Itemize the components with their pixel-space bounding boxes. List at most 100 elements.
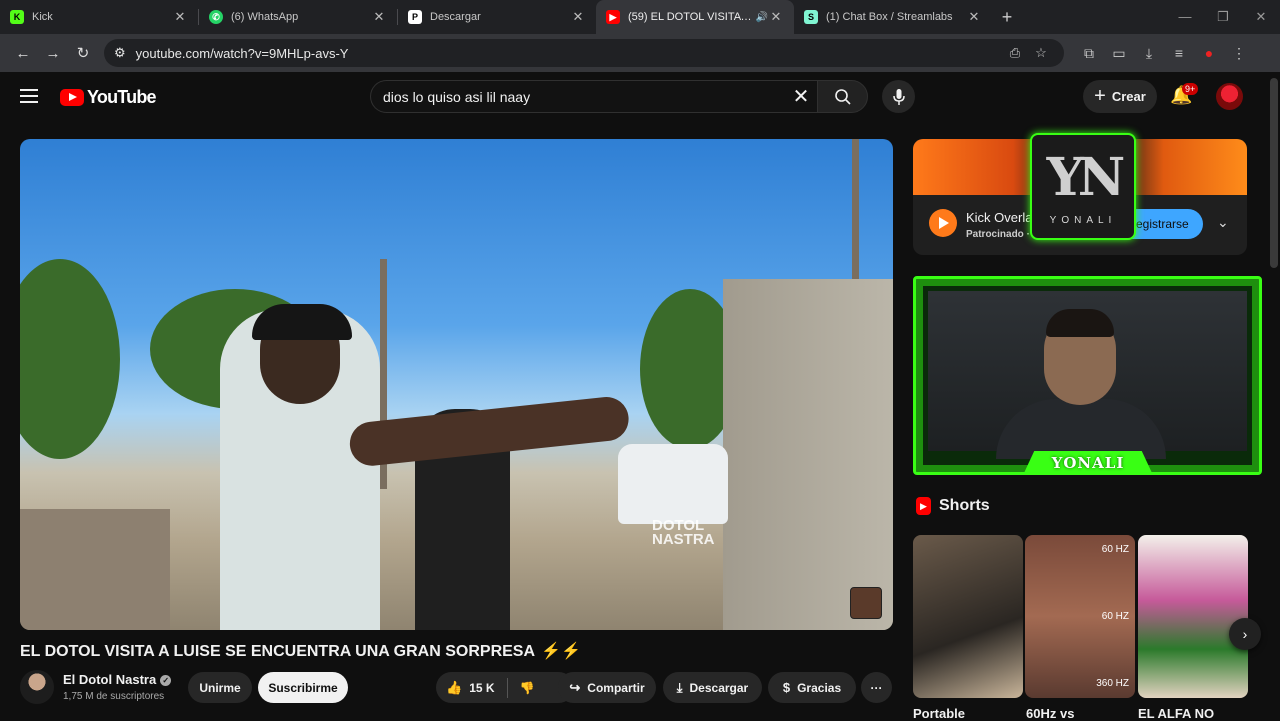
youtube-logo-text: YouTube [87, 87, 157, 107]
search-query-text[interactable]: dios lo quiso asi lil naay [383, 89, 785, 105]
page-scrollbar[interactable] [1270, 78, 1278, 268]
extension-toolbar: ⧉ ▭ ⤓ ≡ ● ⋮ [1074, 45, 1254, 62]
stream-overlay-logo: YN YONALI [1030, 133, 1136, 240]
url-text[interactable]: youtube.com/watch?v=9MHLp-avs-Y [136, 46, 1002, 61]
close-icon[interactable]: ✕ [768, 9, 784, 25]
minimize-icon[interactable]: — [1166, 0, 1204, 34]
microphone-icon [892, 88, 905, 105]
close-icon[interactable]: ✕ [570, 9, 586, 25]
tab-label: (59) EL DOTOL VISITA A LUIS [628, 11, 752, 23]
super-thanks-icon: $ [782, 680, 791, 695]
share-button[interactable]: ↪ Compartir [558, 672, 656, 703]
hamburger-menu-icon[interactable] [20, 89, 38, 103]
search-button[interactable] [817, 80, 868, 113]
kick-icon: K [10, 10, 24, 24]
speaker-icon[interactable]: 🔊 [756, 12, 768, 23]
close-icon[interactable]: ✕ [371, 9, 387, 25]
address-bar[interactable]: ⚙ youtube.com/watch?v=9MHLp-avs-Y ⎙ ☆ [104, 39, 1064, 67]
short-hz-label: 60 HZ [1101, 611, 1129, 622]
tab-kick[interactable]: K Kick ✕ [0, 0, 198, 34]
lightning-emoji-icon: ⚡⚡ [541, 643, 581, 660]
video-player[interactable]: DOTOL NASTRA [20, 139, 893, 630]
notifications-button[interactable]: 🔔 9+ [1170, 83, 1199, 109]
like-count[interactable]: 15 K [469, 681, 494, 695]
like-divider [506, 677, 508, 698]
media-control-icon[interactable]: ≡ [1164, 45, 1194, 62]
channel-branding-thumbnail[interactable] [850, 587, 882, 619]
tab-streamlabs[interactable]: S (1) Chat Box / Streamlabs ✕ [794, 0, 992, 34]
thumbs-down-icon[interactable]: 👎 [520, 681, 535, 695]
subscribe-button[interactable]: Suscribirme [258, 672, 348, 703]
tab-youtube-video[interactable]: ▶ (59) EL DOTOL VISITA A LUIS 🔊 ✕ [596, 0, 794, 34]
more-horizontal-icon: ··· [870, 680, 883, 695]
tab-whatsapp[interactable]: ✆ (6) WhatsApp ✕ [199, 0, 397, 34]
video-scene-wall [723, 279, 893, 630]
tab-label: (6) WhatsApp [231, 11, 299, 23]
bookmark-star-icon[interactable]: ☆ [1028, 45, 1054, 61]
download-button[interactable]: ⤓ Descargar [663, 672, 762, 703]
more-actions-button[interactable]: ··· [861, 672, 892, 703]
new-tab-button[interactable]: + [992, 7, 1022, 28]
reload-icon[interactable]: ↻ [68, 44, 98, 62]
short-title[interactable]: 60Hz vs [1026, 706, 1074, 721]
close-icon[interactable]: ✕ [966, 9, 982, 25]
account-avatar[interactable] [1216, 83, 1243, 110]
join-button[interactable]: Unirme [188, 672, 252, 703]
create-label: Crear [1111, 89, 1146, 104]
video-scene-tree [20, 259, 120, 459]
document-icon: P [408, 10, 422, 24]
video-title-text: EL DOTOL VISITA A LUISE SE ENCUENTRA UNA… [20, 643, 536, 660]
shorts-heading: Shorts [939, 497, 990, 514]
thumbs-up-icon[interactable]: 👍 [446, 680, 462, 696]
browser-menu-icon[interactable]: ⋮ [1224, 45, 1254, 62]
tab-label: (1) Chat Box / Streamlabs [826, 11, 953, 23]
ad-advertiser-logo [929, 209, 957, 237]
youtube-logo[interactable]: YouTube [60, 87, 157, 108]
chevron-right-icon: › [1242, 626, 1248, 642]
downloads-icon[interactable]: ⤓ [1134, 45, 1164, 62]
thanks-button[interactable]: $ Gracias [768, 672, 856, 703]
install-app-icon[interactable]: ⎙ [1002, 45, 1028, 61]
short-thumbnail[interactable] [1138, 535, 1248, 698]
webcam-name-label: YONALI [1051, 454, 1125, 472]
cast-icon[interactable]: ▭ [1104, 45, 1134, 62]
forward-icon[interactable]: → [38, 45, 68, 62]
create-button[interactable]: + Crear [1083, 80, 1157, 113]
webcam-person-hair [1046, 309, 1114, 337]
chevron-down-icon[interactable]: ⌄ [1217, 214, 1229, 231]
restore-icon[interactable]: ❐ [1204, 0, 1242, 34]
close-window-icon[interactable]: ✕ [1242, 0, 1280, 34]
share-icon: ↪ [569, 679, 581, 695]
video-scene-car [618, 444, 728, 524]
address-toolbar: ← → ↻ ⚙ youtube.com/watch?v=9MHLp-avs-Y … [0, 34, 1280, 72]
channel-avatar[interactable] [20, 670, 54, 704]
join-label: Unirme [199, 680, 241, 695]
video-scene-cap [252, 304, 352, 340]
ad-title: Kick Overla [966, 210, 1033, 225]
extensions-icon[interactable]: ⧉ [1074, 45, 1104, 62]
close-icon[interactable]: ✕ [172, 9, 188, 25]
channel-name-text[interactable]: El Dotol Nastra [63, 672, 156, 687]
subscribe-label: Suscribirme [268, 680, 338, 695]
back-icon[interactable]: ← [8, 45, 38, 62]
channel-name[interactable]: El Dotol Nastra ✓ [63, 672, 172, 687]
tab-descargar[interactable]: P Descargar ✕ [398, 0, 596, 34]
search-input[interactable]: dios lo quiso asi lil naay ✕ [370, 80, 817, 113]
site-info-icon[interactable]: ⚙ [114, 45, 126, 61]
tab-label: Descargar [430, 11, 481, 23]
clear-search-icon[interactable]: ✕ [785, 84, 817, 109]
streamlabs-icon: S [804, 10, 818, 24]
notification-count-badge: 9+ [1182, 83, 1199, 95]
subscriber-count: 1,75 M de suscriptores [63, 691, 165, 702]
shorts-next-button[interactable]: › [1229, 618, 1261, 650]
profile-icon[interactable]: ● [1194, 45, 1224, 62]
verified-check-icon: ✓ [160, 675, 172, 686]
overlay-logo-letters: YN [1046, 147, 1126, 208]
short-thumbnail[interactable] [913, 535, 1023, 698]
shorts-logo-icon: ▶ [916, 497, 931, 515]
shorts-header: ▶ Shorts [916, 497, 990, 515]
short-title[interactable]: EL ALFA NO [1138, 706, 1214, 721]
voice-search-button[interactable] [882, 80, 915, 113]
short-title[interactable]: Portable [913, 706, 965, 721]
webcam-overlay: YONALI [913, 276, 1262, 475]
